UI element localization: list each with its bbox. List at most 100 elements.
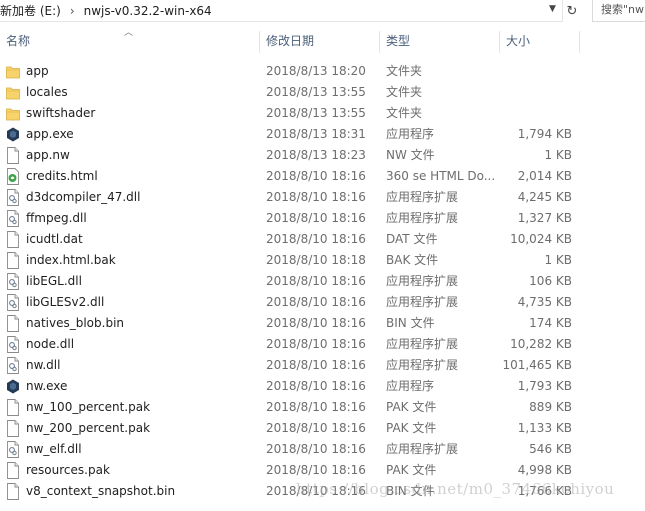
file-type: BAK 文件	[386, 253, 439, 267]
sort-ascending-icon: ︿	[124, 28, 134, 38]
file-row[interactable]: locales 2018/8/13 13:55 文件夹	[0, 82, 645, 103]
folder-icon	[6, 84, 20, 101]
chevron-right-icon[interactable]: ›	[70, 4, 75, 18]
refresh-button[interactable]: ↻	[562, 0, 581, 22]
file-name: nw_100_percent.pak	[26, 400, 151, 414]
file-row[interactable]: app.nw 2018/8/13 18:23 NW 文件 1 KB	[0, 145, 645, 166]
file-type: 文件夹	[386, 85, 423, 99]
address-bar[interactable]: 新加卷 (E:) › nwjs-v0.32.2-win-x64 ▼	[0, 0, 562, 22]
file-size: 1,327 KB	[517, 211, 572, 225]
dll-file-icon	[6, 273, 20, 290]
file-size: 4,245 KB	[517, 190, 572, 204]
breadcrumb-folder[interactable]: nwjs-v0.32.2-win-x64	[84, 4, 212, 18]
column-header-name[interactable]: 名称	[0, 25, 30, 57]
file-row[interactable]: app.exe 2018/8/13 18:31 应用程序 1,794 KB	[0, 124, 645, 145]
file-date: 2018/8/10 18:16	[266, 379, 366, 393]
file-date: 2018/8/10 18:16	[266, 232, 366, 246]
file-type: DAT 文件	[386, 232, 438, 246]
file-row[interactable]: ffmpeg.dll 2018/8/10 18:16 应用程序扩展 1,327 KB	[0, 208, 645, 229]
file-type: NW 文件	[386, 148, 435, 162]
file-date: 2018/8/13 13:55	[266, 106, 366, 120]
file-date: 2018/8/10 18:16	[266, 421, 366, 435]
file-type: 文件夹	[386, 64, 423, 78]
file-icon	[6, 231, 20, 248]
file-name: v8_context_snapshot.bin	[26, 484, 176, 498]
file-name: natives_blob.bin	[26, 316, 125, 330]
chevron-down-icon[interactable]: ▼	[549, 4, 556, 14]
file-size: 174 KB	[529, 316, 572, 330]
file-size: 4,735 KB	[517, 295, 572, 309]
file-row[interactable]: node.dll 2018/8/10 18:16 应用程序扩展 10,282 KB	[0, 334, 645, 355]
file-row[interactable]: nw.exe 2018/8/10 18:16 应用程序 1,793 KB	[0, 376, 645, 397]
file-date: 2018/8/10 18:16	[266, 484, 366, 498]
file-type: 应用程序扩展	[386, 337, 459, 351]
column-header-size[interactable]: 大小	[500, 25, 530, 57]
file-date: 2018/8/13 13:55	[266, 85, 366, 99]
file-date: 2018/8/13 18:20	[266, 64, 366, 78]
file-type: 应用程序	[386, 127, 435, 141]
file-date: 2018/8/13 18:31	[266, 127, 366, 141]
file-type: PAK 文件	[386, 463, 437, 477]
file-name: icudtl.dat	[26, 232, 83, 246]
file-icon	[6, 147, 20, 164]
file-size: 1 KB	[544, 148, 572, 162]
file-icon	[6, 252, 20, 269]
file-row[interactable]: nw_100_percent.pak 2018/8/10 18:16 PAK 文件 8…	[0, 397, 645, 418]
file-name: credits.html	[26, 169, 98, 183]
file-row[interactable]: resources.pak 2018/8/10 18:16 PAK 文件 4,998 …	[0, 460, 645, 481]
dll-file-icon	[6, 294, 20, 311]
folder-icon	[6, 63, 20, 80]
file-type: 文件夹	[386, 106, 423, 120]
file-row[interactable]: nw.dll 2018/8/10 18:16 应用程序扩展 101,465 KB	[0, 355, 645, 376]
file-name: nw.exe	[26, 379, 68, 393]
file-row[interactable]: nw_elf.dll 2018/8/10 18:16 应用程序扩展 546 KB	[0, 439, 645, 460]
file-size: 1,766 KB	[517, 484, 572, 498]
file-size: 546 KB	[529, 442, 572, 456]
file-date: 2018/8/10 18:16	[266, 337, 366, 351]
file-size: 10,024 KB	[510, 232, 572, 246]
file-size: 1,794 KB	[517, 127, 572, 141]
file-row[interactable]: libEGL.dll 2018/8/10 18:16 应用程序扩展 106 KB	[0, 271, 645, 292]
file-row[interactable]: swiftshader 2018/8/13 13:55 文件夹	[0, 103, 645, 124]
column-header-type[interactable]: 类型	[380, 25, 410, 57]
file-row[interactable]: natives_blob.bin 2018/8/10 18:16 BIN 文件 174…	[0, 313, 645, 334]
file-date: 2018/8/10 18:16	[266, 274, 366, 288]
column-divider[interactable]	[579, 31, 580, 53]
file-size: 106 KB	[529, 274, 572, 288]
file-icon	[6, 483, 20, 500]
address-bar-row: 新加卷 (E:) › nwjs-v0.32.2-win-x64 ▼ ↻ 搜索"n…	[0, 0, 645, 22]
file-name: locales	[26, 85, 68, 99]
breadcrumb-drive[interactable]: 新加卷 (E:)	[0, 2, 61, 19]
file-date: 2018/8/10 18:16	[266, 190, 366, 204]
file-date: 2018/8/10 18:16	[266, 295, 366, 309]
file-type: 应用程序扩展	[386, 442, 459, 456]
file-name: node.dll	[26, 337, 75, 351]
file-row[interactable]: nw_200_percent.pak 2018/8/10 18:16 PAK 文件 1…	[0, 418, 645, 439]
file-row[interactable]: index.html.bak 2018/8/10 18:18 BAK 文件 1 KB	[0, 250, 645, 271]
file-row[interactable]: d3dcompiler_47.dll 2018/8/10 18:16 应用程序扩展 4…	[0, 187, 645, 208]
file-row[interactable]: libGLESv2.dll 2018/8/10 18:16 应用程序扩展 4,735 …	[0, 292, 645, 313]
file-date: 2018/8/10 18:16	[266, 400, 366, 414]
file-row[interactable]: credits.html 2018/8/10 18:16 360 se HTML D…	[0, 166, 645, 187]
file-date: 2018/8/10 18:16	[266, 169, 366, 183]
dll-file-icon	[6, 189, 20, 206]
file-name: nw_200_percent.pak	[26, 421, 151, 435]
file-name: ffmpeg.dll	[26, 211, 87, 225]
file-size: 2,014 KB	[517, 169, 572, 183]
file-date: 2018/8/10 18:16	[266, 211, 366, 225]
file-type: 应用程序	[386, 379, 435, 393]
file-row[interactable]: app 2018/8/13 18:20 文件夹	[0, 61, 645, 82]
file-row[interactable]: v8_context_snapshot.bin 2018/8/10 18:16 BI…	[0, 481, 645, 502]
file-type: 360 se HTML Do...	[386, 169, 494, 183]
file-size: 1,133 KB	[517, 421, 572, 435]
search-input[interactable]: 搜索"nw	[592, 0, 645, 22]
file-type: PAK 文件	[386, 400, 437, 414]
refresh-icon: ↻	[566, 3, 578, 19]
dll-file-icon	[6, 210, 20, 227]
dll-file-icon	[6, 336, 20, 353]
dll-file-icon	[6, 441, 20, 458]
file-type: 应用程序扩展	[386, 295, 459, 309]
html-file-icon	[6, 168, 20, 185]
column-header-date[interactable]: 修改日期	[260, 25, 314, 57]
file-row[interactable]: icudtl.dat 2018/8/10 18:16 DAT 文件 10,024 KB	[0, 229, 645, 250]
